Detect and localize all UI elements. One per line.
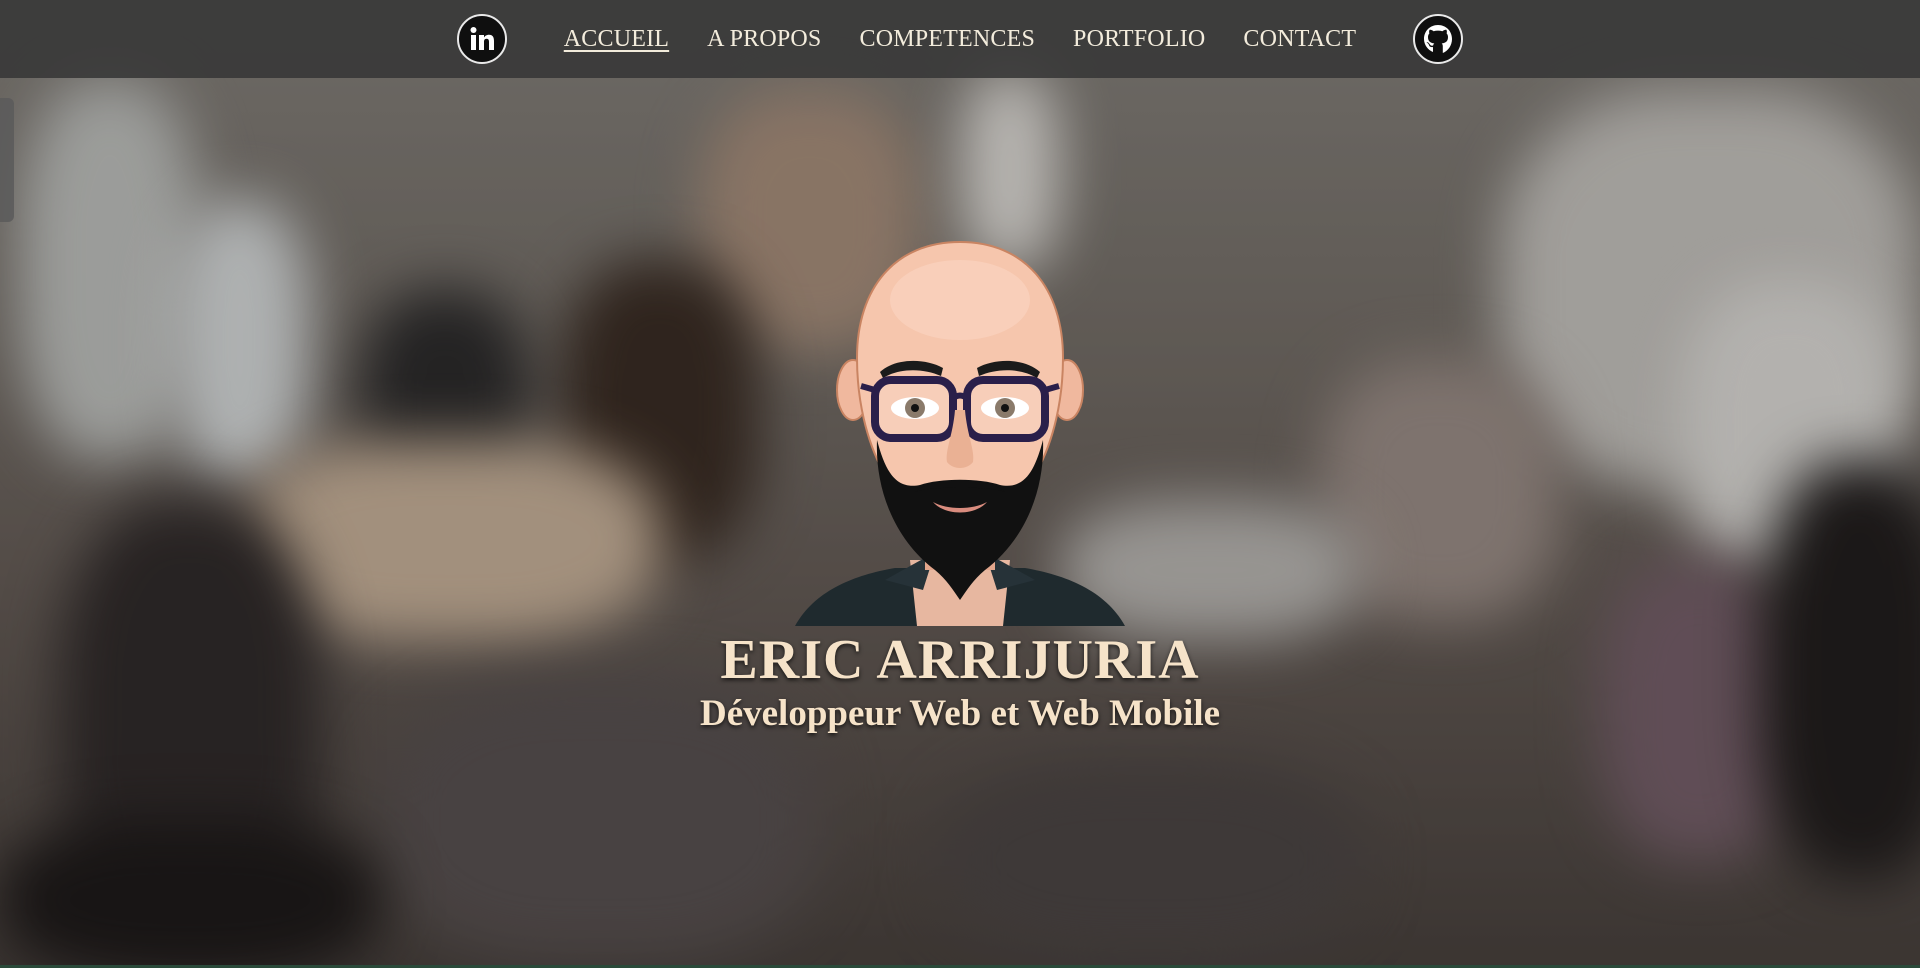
main-menu: ACCUEIL A PROPOS COMPETENCES PORTFOLIO C… [545, 26, 1375, 53]
nav-accueil[interactable]: ACCUEIL [564, 26, 669, 53]
hero-name: ERIC ARRIJURIA [720, 629, 1200, 691]
github-button[interactable] [1413, 14, 1464, 64]
nav-a-propos[interactable]: A PROPOS [707, 26, 821, 53]
side-panel-handle[interactable] [0, 98, 14, 222]
linkedin-button[interactable] [456, 14, 507, 64]
hero-role: Développeur Web et Web Mobile [699, 693, 1221, 734]
linkedin-icon [470, 27, 494, 50]
nav-contact[interactable]: CONTACT [1243, 26, 1356, 53]
avatar [775, 240, 1145, 626]
github-icon [1424, 25, 1453, 53]
avatar-illustration [795, 240, 1125, 626]
nav-competences[interactable]: COMPETENCES [859, 26, 1035, 53]
nav-portfolio[interactable]: PORTFOLIO [1073, 26, 1205, 53]
hero-section: ERIC ARRIJURIA Développeur Web et Web Mo… [0, 240, 1920, 734]
top-navbar: ACCUEIL A PROPOS COMPETENCES PORTFOLIO C… [0, 0, 1920, 78]
